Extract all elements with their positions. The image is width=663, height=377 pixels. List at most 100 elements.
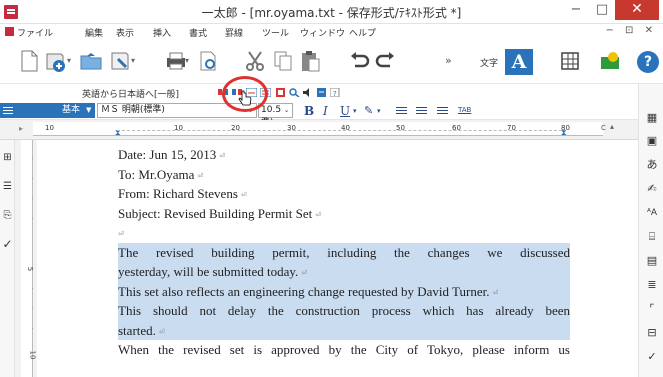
translation-toolbar: 英語から日本語へ[一般] ? ◂ [0, 84, 663, 102]
menu-format[interactable]: 書式 [189, 26, 207, 39]
check-icon[interactable]: ✓ [2, 238, 13, 250]
maximize-button[interactable]: □ [589, 0, 615, 20]
document-line[interactable]: When the revised set is approved by the … [118, 340, 570, 360]
line-text: From: Richard Stevens [118, 186, 238, 201]
frame-icon[interactable]: ⌜ [645, 302, 659, 316]
menu-ruled-lines[interactable]: 罫線 [225, 26, 243, 39]
document-line[interactable]: yesterday, will be submitted today. ⏎ [118, 262, 570, 282]
check-icon[interactable]: ✓ [645, 350, 659, 364]
copy-icon[interactable] [271, 49, 295, 73]
chevron-down-icon: ▼ [86, 106, 92, 114]
document-area[interactable]: Date: Jun 15, 2013 ⏎ To: Mr.Oyama ⏎ From: Ri… [37, 140, 603, 377]
minimize-button[interactable]: − [563, 0, 589, 20]
layout-icon[interactable]: ▦ [645, 111, 659, 125]
chevron-down-icon[interactable]: ▾ [377, 107, 381, 115]
font-size-dropdown-button[interactable]: ⌄ [281, 103, 293, 118]
document-body[interactable]: Date: Jun 15, 2013 ⏎ To: Mr.Oyama ⏎ From: Ri… [118, 145, 570, 360]
align-right-icon[interactable] [437, 107, 448, 108]
character-format-button[interactable]: A [505, 49, 533, 75]
scroll-up-arrow-icon[interactable]: ▴ [610, 122, 614, 131]
paragraph-mark-icon: ⏎ [301, 269, 308, 277]
dropdown-icon[interactable]: ▾ [185, 56, 193, 80]
hand-cursor-icon [238, 90, 252, 106]
indent-icon[interactable]: ≣ [645, 278, 659, 292]
table-icon[interactable] [558, 49, 582, 73]
new-document-icon[interactable] [17, 49, 41, 73]
ruby-icon[interactable]: ⌸ [645, 230, 659, 244]
line-text: Date: Jun 15, 2013 [118, 147, 217, 162]
table-icon[interactable]: ⊟ [645, 326, 659, 340]
bold-button[interactable]: B [304, 104, 314, 118]
calendar-icon[interactable]: ▣ [645, 134, 659, 148]
paste-icon[interactable] [298, 49, 322, 73]
document-window-controls[interactable]: − ⊡ ✕ [606, 25, 658, 36]
document-menu-icon[interactable] [5, 27, 14, 36]
horizontal-ruler[interactable]: ▸ 10 10 20 30 40 50 60 70 80 ⧗ ⧗ C [0, 120, 663, 140]
user-dictionary-icon[interactable] [316, 88, 327, 97]
document-line[interactable]: Date: Jun 15, 2013 ⏎ [118, 145, 570, 165]
print-preview-icon[interactable] [196, 49, 220, 73]
outline-icon[interactable]: ⎘ [2, 210, 13, 221]
document-icon[interactable]: ▤ [645, 254, 659, 268]
document-line[interactable]: To: Mr.Oyama ⏎ [118, 165, 570, 185]
ruler-number: 10 [28, 350, 37, 360]
svg-text:?: ? [333, 90, 337, 97]
paragraph-mark-icon: ⏎ [315, 210, 322, 219]
ruler-tick [32, 178, 33, 179]
document-line[interactable]: Subject: Revised Building Permit Set ⏎ [118, 204, 570, 224]
menu-help[interactable]: ヘルプ [349, 26, 376, 39]
align-left-icon[interactable] [396, 107, 407, 108]
document-line[interactable]: From: Richard Stevens ⏎ [118, 184, 570, 204]
font-size-icon[interactable]: ᴬA [645, 206, 659, 220]
list-icon[interactable]: ☰ [2, 181, 13, 192]
speaker-icon[interactable] [302, 88, 313, 97]
redo-icon[interactable] [374, 49, 398, 73]
insert-picture-icon[interactable] [598, 49, 622, 73]
menu-view[interactable]: 表示 [116, 26, 134, 39]
italic-button[interactable]: I [323, 104, 328, 118]
vertical-ruler-scale[interactable]: 5 10 [21, 140, 37, 377]
open-icon[interactable] [43, 49, 67, 73]
line-text: To: Mr.Oyama [118, 166, 195, 182]
menu-edit[interactable]: 編集 [85, 26, 103, 39]
menu-file[interactable]: ファイル [17, 26, 53, 39]
ruler-tick [32, 288, 33, 289]
document-line[interactable]: This should not delay the construction p… [118, 301, 570, 321]
toolbar-more-chevron[interactable]: » [445, 54, 452, 67]
undo-icon[interactable] [347, 49, 371, 73]
translation-help-icon[interactable]: ? [330, 88, 341, 97]
menu-window[interactable]: ウィンドウ [300, 26, 345, 39]
save-icon[interactable] [108, 49, 132, 73]
document-line[interactable]: ⏎ [118, 223, 570, 243]
menu-insert[interactable]: 挿入 [153, 26, 171, 39]
dictionary-icon[interactable] [275, 88, 286, 97]
pen-icon[interactable]: ✍ [645, 182, 659, 196]
help-button[interactable]: ? [637, 51, 659, 73]
close-button[interactable]: ✕ [615, 0, 659, 20]
line-text: This set also reflects an engineering ch… [118, 283, 490, 299]
lookup-icon[interactable] [289, 88, 300, 97]
dropdown-icon[interactable]: ▾ [67, 56, 75, 80]
tab-button[interactable]: TAB [458, 106, 471, 114]
character-style-label: 文字 [480, 59, 499, 69]
dropdown-icon[interactable]: ▾ [131, 56, 139, 80]
document-line[interactable]: started. ⏎ [118, 320, 570, 340]
folder-icon[interactable] [79, 49, 103, 73]
paragraph-style-select[interactable]: 基本 ▼ [0, 103, 95, 118]
grid-icon[interactable]: ⊞ [2, 152, 13, 163]
highlight-pen-icon[interactable]: ✎ [364, 104, 373, 117]
cut-icon[interactable] [243, 49, 267, 73]
document-line[interactable]: This set also reflects an engineering ch… [118, 281, 570, 301]
chevron-down-icon[interactable]: ▾ [353, 107, 357, 115]
vertical-ruler[interactable]: 5 10 [15, 140, 37, 377]
translation-direction-label[interactable]: 英語から日本語へ[一般] [82, 87, 179, 100]
ruler-scale[interactable]: 10 10 20 30 40 50 60 70 80 ⧗ ⧗ [33, 122, 603, 137]
underline-button[interactable]: U [340, 104, 350, 118]
kana-icon[interactable]: あ [645, 158, 659, 172]
align-center-icon[interactable] [416, 107, 427, 108]
paragraph-mark-icon: ⏎ [219, 152, 226, 160]
menu-tools[interactable]: ツール [262, 26, 289, 39]
ruler-number: 10 [45, 124, 54, 132]
paragraph-mark-icon: ⏎ [118, 230, 124, 238]
document-line[interactable]: The revised building permit, including t… [118, 242, 570, 262]
